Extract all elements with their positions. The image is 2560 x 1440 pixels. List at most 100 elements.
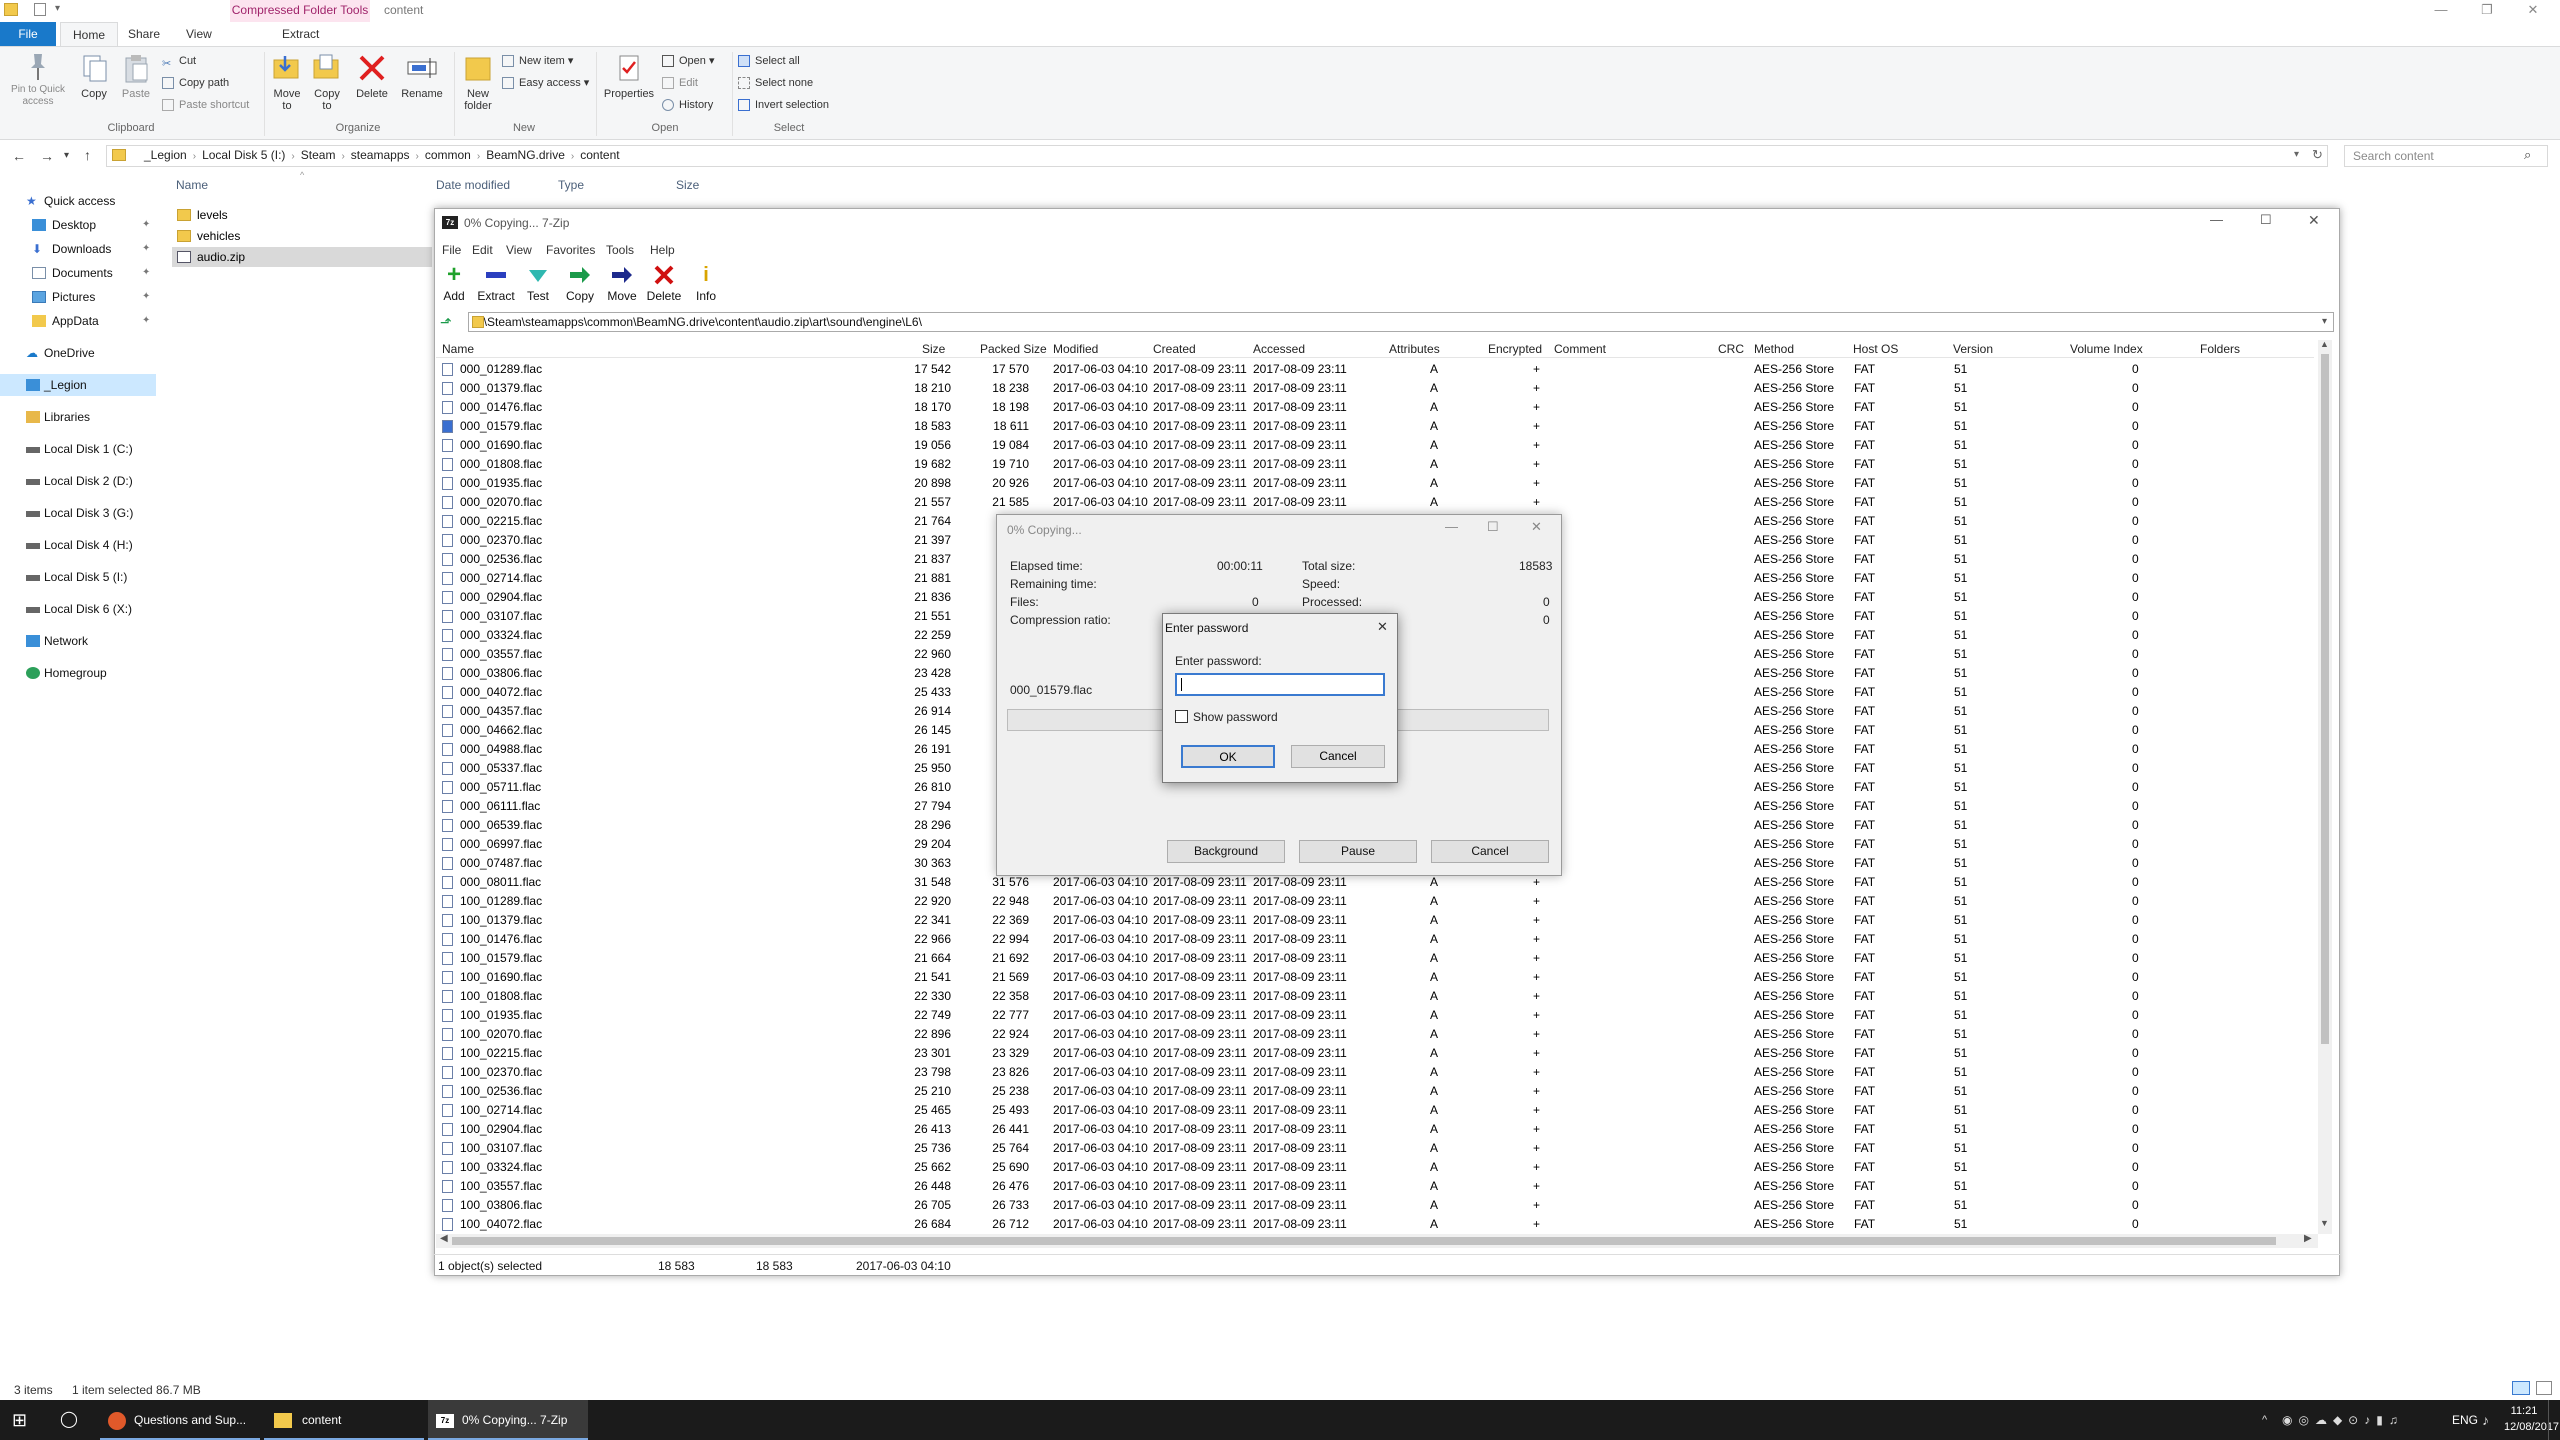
- archive-row[interactable]: 100_01579.flac 21 664 21 692 2017-06-03 04:…: [436, 949, 2314, 968]
- vertical-scrollbar-thumb[interactable]: [2321, 354, 2329, 1044]
- breadcrumb-item[interactable]: common: [425, 148, 471, 162]
- archive-row[interactable]: 100_03557.flac 26 448 26 476 2017-06-03 04:…: [436, 1177, 2314, 1196]
- cut-button[interactable]: ✂ Cut: [162, 52, 196, 70]
- show-password-checkbox[interactable]: [1175, 710, 1188, 723]
- show-password-label[interactable]: Show password: [1193, 710, 1278, 724]
- col-encrypted[interactable]: Encrypted: [1488, 342, 1542, 356]
- forward-arrow-icon[interactable]: →: [40, 148, 54, 164]
- tab-view[interactable]: View: [174, 22, 224, 46]
- tab-home[interactable]: Home: [60, 22, 119, 46]
- up-arrow-icon[interactable]: ↑: [84, 147, 91, 163]
- recent-dropdown-icon[interactable]: ▾: [64, 150, 69, 161]
- progress-close-button[interactable]: ✕: [1531, 519, 1542, 535]
- archive-row[interactable]: 000_02070.flac 21 557 21 585 2017-06-03 04:…: [436, 493, 2314, 512]
- col-method[interactable]: Method: [1754, 342, 1794, 356]
- archive-row[interactable]: 100_03806.flac 26 705 26 733 2017-06-03 04:…: [436, 1196, 2314, 1215]
- nav-local-disk-g[interactable]: Local Disk 3 (G:): [0, 502, 160, 524]
- cortana-icon[interactable]: ◯: [60, 1400, 84, 1440]
- archive-row[interactable]: 000_01379.flac 18 210 18 238 2017-06-03 04:…: [436, 379, 2314, 398]
- pin-quick-access-button[interactable]: Pin to Quick access: [6, 52, 70, 108]
- paste-button[interactable]: Paste: [116, 52, 156, 100]
- sevenzip-close-button[interactable]: ✕: [2308, 212, 2320, 229]
- archive-row[interactable]: 100_02070.flac 22 896 22 924 2017-06-03 04:…: [436, 1025, 2314, 1044]
- nav-pictures[interactable]: Pictures ✦: [0, 286, 160, 308]
- archive-row[interactable]: 100_01808.flac 22 330 22 358 2017-06-03 04:…: [436, 987, 2314, 1006]
- col-comment[interactable]: Comment: [1554, 342, 1606, 356]
- scroll-right-icon[interactable]: ▶: [2304, 1233, 2312, 1244]
- column-header-name[interactable]: Name: [176, 178, 208, 192]
- copy-tool-button[interactable]: Copy: [558, 262, 602, 303]
- col-attributes[interactable]: Attributes: [1389, 342, 1440, 356]
- sevenzip-maximize-button[interactable]: ☐: [2260, 212, 2272, 228]
- col-modified[interactable]: Modified: [1053, 342, 1098, 356]
- col-accessed[interactable]: Accessed: [1253, 342, 1305, 356]
- scroll-left-icon[interactable]: ◀: [440, 1233, 448, 1244]
- nav-appdata[interactable]: AppData ✦: [0, 310, 160, 332]
- copy-to-button[interactable]: Copy to: [310, 52, 344, 112]
- archive-row[interactable]: 100_02215.flac 23 301 23 329 2017-06-03 04:…: [436, 1044, 2314, 1063]
- col-name[interactable]: Name: [442, 342, 474, 356]
- password-close-button[interactable]: ✕: [1377, 619, 1388, 635]
- address-dropdown-icon[interactable]: ▾: [2294, 149, 2299, 160]
- menu-favorites[interactable]: Favorites: [546, 243, 595, 257]
- nav-legion[interactable]: _Legion: [0, 374, 156, 396]
- sevenzip-minimize-button[interactable]: —: [2210, 212, 2223, 227]
- up-folder-icon[interactable]: ⬏: [440, 314, 452, 331]
- language-indicator[interactable]: ENG: [2452, 1400, 2478, 1440]
- tab-file[interactable]: File: [0, 22, 56, 46]
- archive-row[interactable]: 100_01476.flac 22 966 22 994 2017-06-03 04:…: [436, 930, 2314, 949]
- copy-path-button[interactable]: Copy path: [162, 74, 229, 92]
- list-item-selected[interactable]: audio.zip: [172, 247, 432, 267]
- background-button[interactable]: Background: [1167, 840, 1285, 863]
- breadcrumb-item[interactable]: Steam: [301, 148, 336, 162]
- col-created[interactable]: Created: [1153, 342, 1196, 356]
- archive-path-input[interactable]: I:\Steam\steamapps\common\BeamNG.drive\c…: [468, 312, 2334, 332]
- menu-help[interactable]: Help: [650, 243, 675, 257]
- col-folders[interactable]: Folders: [2200, 342, 2240, 356]
- ok-button[interactable]: OK: [1181, 745, 1275, 768]
- list-item[interactable]: levels: [172, 205, 432, 225]
- breadcrumb-item[interactable]: BeamNG.drive: [486, 148, 565, 162]
- extract-button[interactable]: Extract: [474, 262, 518, 303]
- delete-button[interactable]: Delete: [354, 52, 390, 100]
- close-button[interactable]: ✕: [2510, 0, 2556, 22]
- open-button[interactable]: Open ▾: [662, 52, 715, 70]
- properties-button[interactable]: Properties: [602, 52, 656, 100]
- test-button[interactable]: Test: [516, 262, 560, 303]
- archive-row[interactable]: 100_02536.flac 25 210 25 238 2017-06-03 04:…: [436, 1082, 2314, 1101]
- new-item-button[interactable]: New item ▾: [502, 52, 573, 70]
- nav-libraries[interactable]: Libraries: [0, 406, 160, 428]
- breadcrumb-item[interactable]: Local Disk 5 (I:): [202, 148, 285, 162]
- archive-row[interactable]: 100_02904.flac 26 413 26 441 2017-06-03 04:…: [436, 1120, 2314, 1139]
- archive-row[interactable]: 100_01289.flac 22 920 22 948 2017-06-03 04:…: [436, 892, 2314, 911]
- nav-homegroup[interactable]: Homegroup: [0, 662, 160, 684]
- column-header-date-modified[interactable]: Date modified: [436, 178, 510, 192]
- scroll-up-icon[interactable]: ▲: [2320, 339, 2329, 349]
- column-header-type[interactable]: Type: [558, 178, 584, 192]
- rename-button[interactable]: Rename: [400, 52, 444, 100]
- large-icons-view-icon[interactable]: [2536, 1381, 2552, 1395]
- tab-share[interactable]: Share: [116, 22, 172, 46]
- col-packed-size[interactable]: Packed Size: [980, 342, 1047, 356]
- maximize-button[interactable]: ❐: [2464, 0, 2510, 22]
- edit-button[interactable]: Edit: [662, 74, 698, 92]
- scroll-down-icon[interactable]: ▼: [2320, 1218, 2329, 1228]
- select-all-button[interactable]: Select all: [738, 52, 800, 70]
- archive-row[interactable]: 000_01289.flac 17 542 17 570 2017-06-03 04:…: [436, 360, 2314, 379]
- copy-button[interactable]: Copy: [76, 52, 112, 100]
- easy-access-button[interactable]: Easy access ▾: [502, 74, 589, 92]
- password-input[interactable]: [1175, 673, 1385, 696]
- taskbar-app-7zip[interactable]: 7z 0% Copying... 7-Zip: [428, 1400, 588, 1440]
- archive-row[interactable]: 000_01476.flac 18 170 18 198 2017-06-03 04:…: [436, 398, 2314, 417]
- delete-tool-button[interactable]: Delete: [642, 262, 686, 303]
- refresh-icon[interactable]: ↻: [2312, 147, 2323, 163]
- nav-onedrive[interactable]: ☁ OneDrive: [0, 342, 160, 364]
- tray-expand-icon[interactable]: ^: [2262, 1400, 2267, 1440]
- archive-row[interactable]: 100_02714.flac 25 465 25 493 2017-06-03 04:…: [436, 1101, 2314, 1120]
- nav-documents[interactable]: Documents ✦: [0, 262, 160, 284]
- col-crc[interactable]: CRC: [1718, 342, 1744, 356]
- minimize-button[interactable]: —: [2418, 0, 2464, 22]
- nav-local-disk-h[interactable]: Local Disk 4 (H:): [0, 534, 160, 556]
- back-arrow-icon[interactable]: ←: [12, 148, 26, 164]
- nav-downloads[interactable]: ⬇ Downloads ✦: [0, 238, 160, 260]
